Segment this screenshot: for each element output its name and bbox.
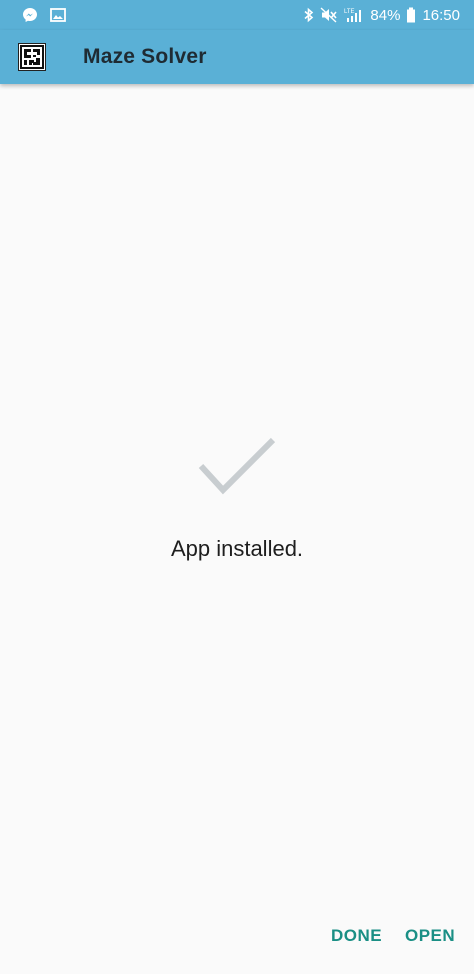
- checkmark-icon: [196, 436, 278, 498]
- app-title: Maze Solver: [83, 45, 207, 68]
- done-button[interactable]: DONE: [329, 922, 384, 950]
- install-message: App installed.: [170, 536, 304, 561]
- maze-icon: [18, 43, 46, 71]
- status-right-icons: LTE 84% 16:50: [298, 7, 460, 24]
- status-bar: LTE 84% 16:50: [0, 0, 474, 30]
- battery-percent: 84%: [370, 6, 401, 24]
- open-button[interactable]: OPEN: [403, 922, 457, 950]
- messenger-icon: [22, 7, 38, 23]
- image-icon: [50, 8, 66, 22]
- install-status-panel: App installed. DONE OPEN: [0, 84, 474, 974]
- status-left-icons: [22, 7, 78, 23]
- bluetooth-icon: [304, 7, 314, 23]
- clock: 16:50: [422, 6, 460, 24]
- battery-icon: [406, 7, 416, 23]
- svg-text:LTE: LTE: [344, 9, 355, 15]
- mute-icon: [320, 7, 338, 23]
- lte-signal-icon: LTE: [344, 7, 364, 23]
- app-bar: Maze Solver: [0, 30, 474, 84]
